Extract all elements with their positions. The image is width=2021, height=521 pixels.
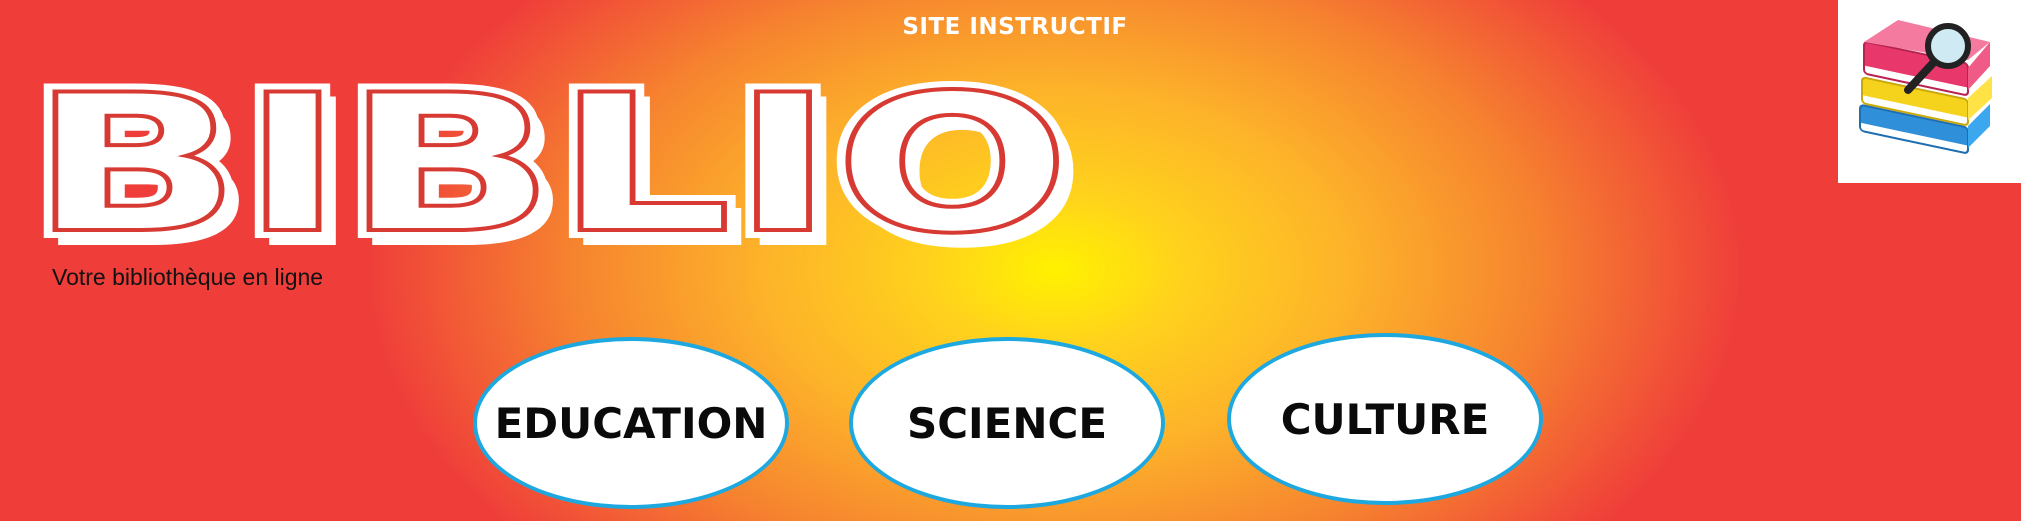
header-banner: SITE INSTRUCTIF BIBLIO BIBLIO BIBLIO Vot… <box>0 0 2021 521</box>
category-label: EDUCATION <box>494 398 768 448</box>
site-subtitle: Votre bibliothèque en ligne <box>52 264 324 290</box>
books-tile <box>1838 0 2021 183</box>
stacked-books-magnifier-icon <box>1859 20 1992 154</box>
brand-logo: BIBLIO BIBLIO BIBLIO <box>22 46 1085 260</box>
category-label: SCIENCE <box>906 398 1108 448</box>
category-education-button[interactable]: EDUCATION <box>473 337 789 509</box>
brand-logo-fill: BIBLIO <box>30 54 1070 260</box>
category-label: CULTURE <box>1280 394 1490 444</box>
category-science-button[interactable]: SCIENCE <box>849 337 1165 509</box>
category-culture-button[interactable]: CULTURE <box>1227 333 1543 505</box>
